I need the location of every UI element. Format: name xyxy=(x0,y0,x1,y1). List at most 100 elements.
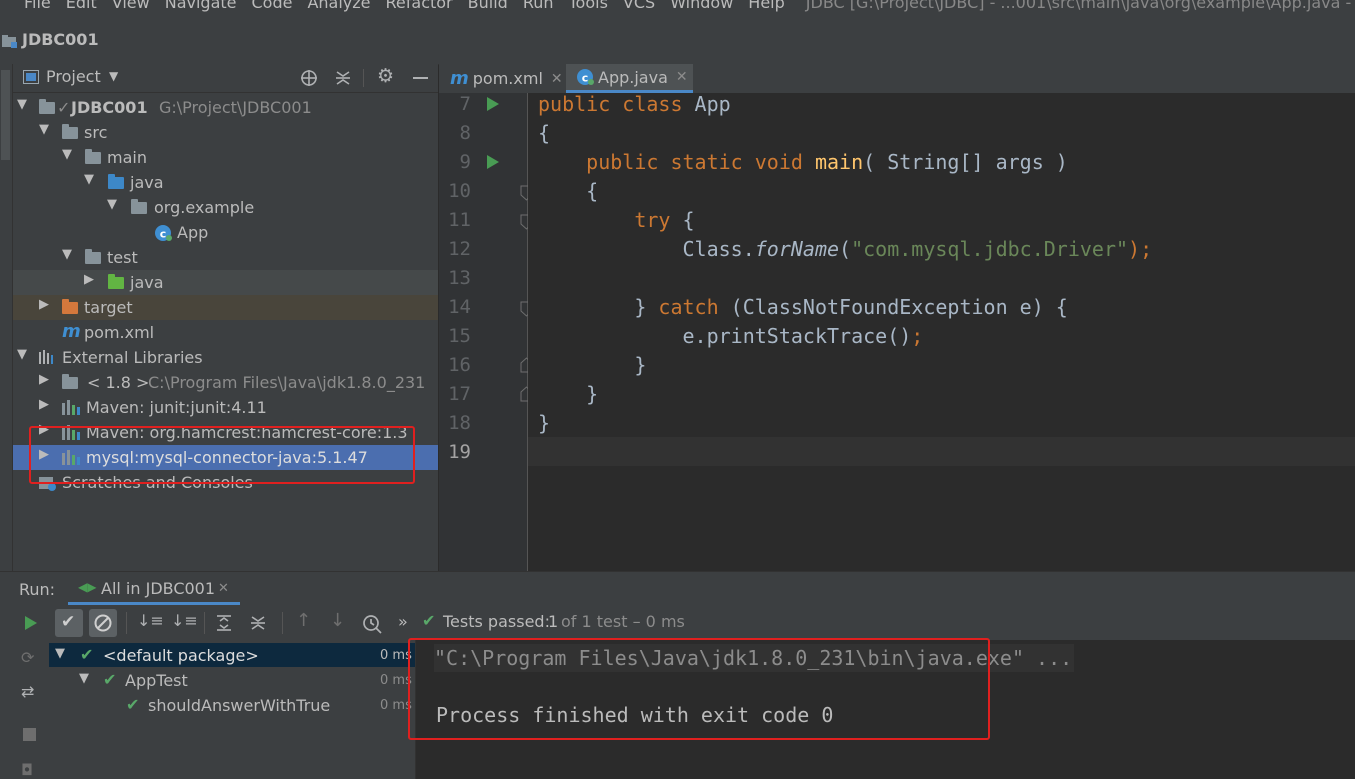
line-number: 16 xyxy=(448,354,471,376)
next-failed-icon[interactable]: ↓ xyxy=(330,610,345,631)
editor-gutter: 7 8 9 10 11 12 13 14 15 16 17 18 19 xyxy=(439,93,533,571)
stop-icon[interactable] xyxy=(23,728,36,741)
pass-check-icon: ✔ xyxy=(80,645,94,664)
module-folder-icon xyxy=(39,99,55,114)
collapse-arrow-icon[interactable]: ▶ xyxy=(84,272,94,287)
close-icon[interactable]: ✕ xyxy=(218,581,229,596)
collapse-arrow-icon[interactable]: ▶ xyxy=(39,297,49,312)
tree-item-external-libraries[interactable]: ▼ External Libraries xyxy=(13,345,438,370)
expand-arrow-icon[interactable]: ▼ xyxy=(79,671,89,686)
tree-item-java-test[interactable]: ▶ java xyxy=(13,270,438,295)
sort-alpha-icon[interactable]: ↓≡ xyxy=(137,611,164,630)
tree-item-app[interactable]: c App xyxy=(13,220,438,245)
expand-arrow-icon[interactable]: ▼ xyxy=(17,347,27,362)
tests-count: 1 xyxy=(548,612,559,631)
line-number: 7 xyxy=(459,93,471,115)
run-gutter-icon[interactable] xyxy=(486,154,500,170)
menu-analyze[interactable]: Analyze xyxy=(307,0,370,12)
locate-icon[interactable] xyxy=(300,69,318,87)
code-editor[interactable]: public class App { public static void ma… xyxy=(528,92,1355,571)
expand-arrow-icon[interactable]: ▼ xyxy=(62,247,72,262)
test-row-selected[interactable]: ▼ ✔ <default package> 0 ms xyxy=(49,643,415,667)
folder-icon xyxy=(85,249,101,264)
line-number: 14 xyxy=(448,296,471,318)
tree-root-path: G:\Project\JDBC001 xyxy=(159,98,312,117)
run-gutter-icon[interactable] xyxy=(486,96,500,112)
tree-item-jdk[interactable]: ▶ < 1.8 > C:\Program Files\Java\jdk1.8.0… xyxy=(13,370,438,395)
menu-edit[interactable]: Edit xyxy=(66,0,97,12)
toggle-auto-test-icon[interactable]: ⇄ xyxy=(21,682,34,701)
tree-item-package[interactable]: ▼ org.example xyxy=(13,195,438,220)
ignored-icon xyxy=(94,614,112,632)
tree-item-label: java xyxy=(130,273,164,292)
project-breadcrumb[interactable]: JDBC001 xyxy=(22,30,99,49)
menu-run[interactable]: Run xyxy=(523,0,554,12)
tests-detail: of 1 test – 0 ms xyxy=(561,612,685,631)
project-panel-title[interactable]: Project xyxy=(46,67,101,86)
project-tool-window-tab[interactable] xyxy=(1,70,10,160)
tree-item-test[interactable]: ▼ test xyxy=(13,245,438,270)
library-icon xyxy=(39,350,53,364)
sort-duration-icon[interactable]: ↓≡ xyxy=(171,611,198,630)
java-class-icon: c xyxy=(155,225,172,241)
expand-arrow-icon[interactable]: ▼ xyxy=(55,646,65,661)
rerun-failed-icon[interactable]: ⟳ xyxy=(21,648,34,667)
tree-item-root[interactable]: ▼ ✓ JDBC001 G:\Project\JDBC001 xyxy=(13,95,438,120)
tree-item-src[interactable]: ▼ src xyxy=(13,120,438,145)
code-line: } xyxy=(538,382,599,406)
more-icon[interactable]: » xyxy=(398,612,408,631)
menu-tools[interactable]: Tools xyxy=(569,0,608,12)
test-row[interactable]: ▼ ✔ AppTest 0 ms xyxy=(49,668,415,692)
tree-item-target[interactable]: ▶ target xyxy=(13,295,438,320)
collapse-all-icon[interactable] xyxy=(249,614,267,632)
expand-arrow-icon[interactable]: ▼ xyxy=(84,172,94,187)
test-package-label: <default package> xyxy=(103,646,259,665)
pass-check-icon: ✔ xyxy=(126,695,140,714)
collapse-arrow-icon[interactable]: ▶ xyxy=(39,397,49,412)
collapse-all-icon[interactable] xyxy=(334,69,352,87)
menu-code[interactable]: Code xyxy=(252,0,293,12)
menu-view[interactable]: View xyxy=(112,0,150,12)
menu-vcs[interactable]: VCS xyxy=(623,0,655,12)
expand-arrow-icon[interactable]: ▼ xyxy=(39,122,49,137)
tree-item-label: main xyxy=(107,148,147,167)
tab-app-java[interactable]: c App.java ✕ xyxy=(566,64,693,93)
run-panel-label: Run: xyxy=(19,580,56,599)
menu-file[interactable]: File xyxy=(24,0,51,12)
rerun-icon[interactable] xyxy=(24,615,38,631)
chevron-down-icon[interactable]: ▼ xyxy=(109,69,118,83)
tree-item-main[interactable]: ▼ main xyxy=(13,145,438,170)
tree-item-label: < 1.8 > xyxy=(87,373,150,392)
menu-navigate[interactable]: Navigate xyxy=(165,0,237,12)
menu-build[interactable]: Build xyxy=(468,0,508,12)
previous-failed-icon[interactable]: ↑ xyxy=(296,610,311,631)
tree-item-junit[interactable]: ▶ Maven: junit:junit:4.11 xyxy=(13,395,438,420)
divider xyxy=(126,612,127,634)
tab-pom-xml[interactable]: m pom.xml ✕ xyxy=(439,64,566,93)
test-history-icon[interactable] xyxy=(362,614,382,634)
menu-refactor[interactable]: Refactor xyxy=(386,0,453,12)
test-row[interactable]: ✔ shouldAnswerWithTrue 0 ms xyxy=(49,693,415,717)
expand-arrow-icon[interactable]: ▼ xyxy=(107,197,117,212)
camera-icon[interactable]: ◘ xyxy=(21,761,33,779)
menu-window[interactable]: Window xyxy=(670,0,733,12)
run-tab-all[interactable]: ◀▶ All in JDBC001 ✕ xyxy=(68,572,240,605)
close-icon[interactable]: ✕ xyxy=(676,69,688,85)
show-ignored-toggle[interactable] xyxy=(89,609,117,637)
expand-arrow-icon[interactable]: ▼ xyxy=(62,147,72,162)
tree-item-label: java xyxy=(130,173,164,192)
close-icon[interactable]: ✕ xyxy=(551,71,563,87)
minimize-icon[interactable] xyxy=(413,77,428,79)
code-line: Class.forName("com.mysql.jdbc.Driver"); xyxy=(538,237,1153,261)
tree-item-java-main[interactable]: ▼ java xyxy=(13,170,438,195)
expand-all-icon[interactable] xyxy=(215,614,233,632)
collapse-arrow-icon[interactable]: ▶ xyxy=(39,372,49,387)
gear-icon[interactable]: ⚙ xyxy=(377,65,394,87)
maven-m-icon: m xyxy=(450,68,469,89)
show-passed-toggle[interactable]: ✔ xyxy=(55,609,83,637)
tree-item-label: Maven: junit:junit:4.11 xyxy=(86,398,267,417)
menu-help[interactable]: Help xyxy=(748,0,784,12)
expand-arrow-icon[interactable]: ▼ xyxy=(17,97,27,112)
tree-item-pom[interactable]: m pom.xml xyxy=(13,320,438,345)
menu-bar: File Edit View Navigate Code Analyze Ref… xyxy=(0,0,1355,14)
